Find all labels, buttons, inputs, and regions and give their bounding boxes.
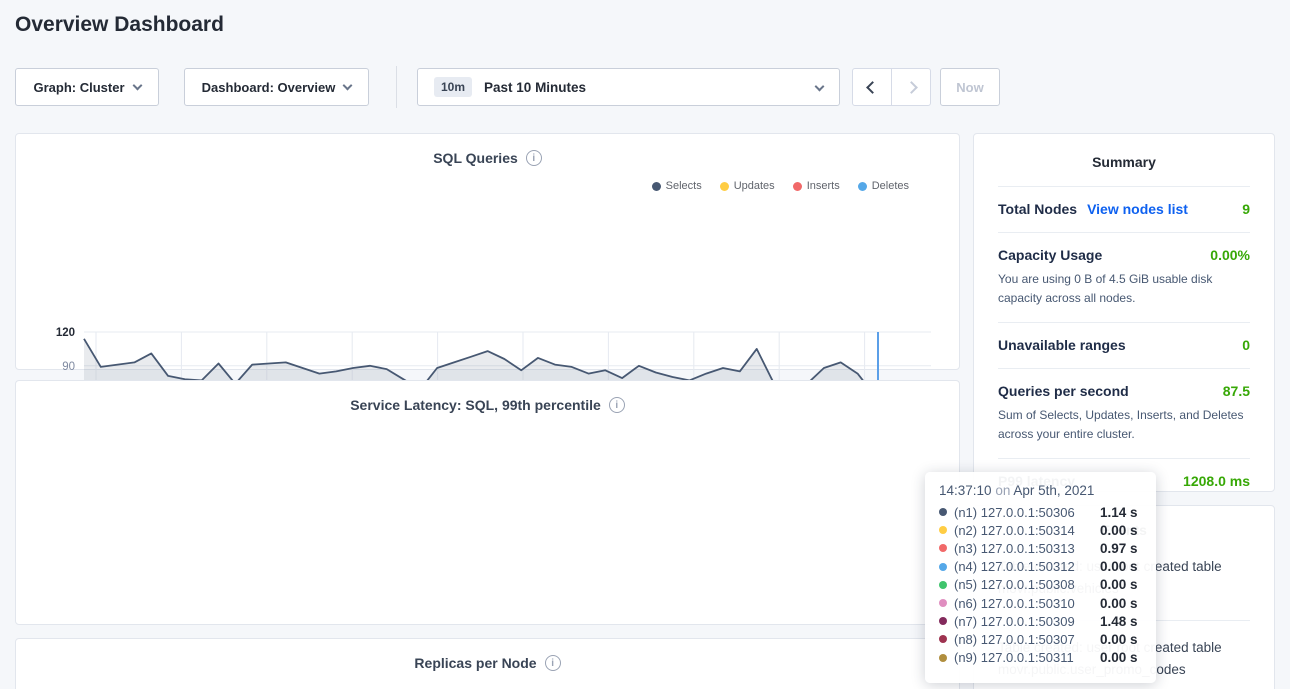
time-range-label: Past 10 Minutes [484, 80, 586, 95]
summary-row-qps: Queries per second 87.5 Sum of Selects, … [998, 368, 1250, 458]
capacity-usage-label: Capacity Usage [998, 247, 1102, 263]
graph-scope-label: Graph: Cluster [33, 80, 124, 95]
chevron-right-icon [905, 81, 918, 94]
sql-queries-legend: Selects Updates Inserts Deletes [652, 180, 909, 192]
node-color-dot [939, 617, 947, 625]
node-color-dot [939, 635, 947, 643]
legend-item-deletes[interactable]: Deletes [858, 180, 909, 192]
node-address: (n4) 127.0.0.1:50312 [954, 559, 1100, 574]
sql-queries-title: SQL Queries [433, 150, 518, 166]
chart-hover-tooltip: 14:37:10 on Apr 5th, 2021 (n1) 127.0.0.1… [925, 472, 1156, 683]
chevron-down-icon [132, 80, 142, 90]
capacity-usage-value: 0.00% [1210, 247, 1250, 263]
tooltip-timestamp: 14:37:10 on Apr 5th, 2021 [939, 483, 1142, 498]
info-icon[interactable]: i [609, 397, 625, 413]
time-back-button[interactable] [853, 69, 891, 105]
total-nodes-value: 9 [1242, 201, 1250, 217]
node-address: (n3) 127.0.0.1:50313 [954, 541, 1100, 556]
sql-queries-chart-card: SQL Queries i Selects Updates Inserts De… [15, 133, 960, 370]
tooltip-node-row: (n4) 127.0.0.1:50312 0.00 s [939, 558, 1142, 576]
info-icon[interactable]: i [545, 655, 561, 671]
chart-title-row: SQL Queries i [16, 150, 959, 166]
legend-item-inserts[interactable]: Inserts [793, 180, 840, 192]
tooltip-node-row: (n9) 127.0.0.1:50311 0.00 s [939, 649, 1142, 667]
node-color-dot [939, 544, 947, 552]
time-step-buttons [852, 68, 931, 106]
node-latency-value: 0.00 s [1100, 650, 1138, 665]
svg-text:90: 90 [62, 361, 75, 373]
page-title: Overview Dashboard [15, 13, 224, 37]
capacity-usage-desc: You are using 0 B of 4.5 GiB usable disk… [998, 270, 1250, 307]
summary-panel: Summary Total Nodes View nodes list 9 Ca… [973, 133, 1275, 492]
legend-item-selects[interactable]: Selects [652, 180, 702, 192]
qps-label: Queries per second [998, 383, 1129, 399]
tooltip-node-row: (n1) 127.0.0.1:50306 1.14 s [939, 503, 1142, 521]
legend-dot-icon [652, 182, 661, 191]
view-nodes-list-link[interactable]: View nodes list [1087, 201, 1188, 217]
chevron-left-icon [866, 81, 879, 94]
svg-text:120: 120 [56, 327, 75, 339]
node-color-dot [939, 654, 947, 662]
overview-dashboard-page: Overview Dashboard Graph: Cluster Dashbo… [0, 0, 1290, 689]
unavailable-ranges-label: Unavailable ranges [998, 337, 1126, 353]
time-forward-button[interactable] [891, 69, 930, 105]
node-latency-value: 1.14 s [1100, 505, 1138, 520]
tooltip-node-row: (n5) 127.0.0.1:50308 0.00 s [939, 576, 1142, 594]
p99-latency-value: 1208.0 ms [1183, 473, 1250, 489]
summary-row-unavailable-ranges: Unavailable ranges 0 [998, 322, 1250, 368]
node-latency-value: 0.00 s [1100, 632, 1138, 647]
node-address: (n5) 127.0.0.1:50308 [954, 577, 1100, 592]
qps-desc: Sum of Selects, Updates, Inserts, and De… [998, 406, 1250, 443]
node-color-dot [939, 563, 947, 571]
legend-item-updates[interactable]: Updates [720, 180, 775, 192]
tooltip-node-row: (n3) 127.0.0.1:50313 0.97 s [939, 539, 1142, 557]
node-latency-value: 0.00 s [1100, 577, 1138, 592]
legend-dot-icon [720, 182, 729, 191]
dashboard-label: Dashboard: Overview [202, 80, 336, 95]
node-address: (n6) 127.0.0.1:50310 [954, 596, 1100, 611]
node-latency-value: 0.97 s [1100, 541, 1138, 556]
service-latency-title: Service Latency: SQL, 99th percentile [350, 397, 601, 413]
node-color-dot [939, 508, 947, 516]
tooltip-node-row: (n2) 127.0.0.1:50314 0.00 s [939, 521, 1142, 539]
node-color-dot [939, 526, 947, 534]
node-latency-value: 1.48 s [1100, 614, 1138, 629]
time-range-badge: 10m [434, 77, 472, 97]
node-latency-value: 0.00 s [1100, 559, 1138, 574]
summary-row-total-nodes: Total Nodes View nodes list 9 [998, 186, 1250, 232]
tooltip-node-row: (n8) 127.0.0.1:50307 0.00 s [939, 630, 1142, 648]
tooltip-node-row: (n7) 127.0.0.1:50309 1.48 s [939, 612, 1142, 630]
legend-dot-icon [793, 182, 802, 191]
node-address: (n9) 127.0.0.1:50311 [954, 650, 1100, 665]
node-address: (n1) 127.0.0.1:50306 [954, 505, 1100, 520]
node-address: (n2) 127.0.0.1:50314 [954, 523, 1100, 538]
dashboard-dropdown[interactable]: Dashboard: Overview [184, 68, 369, 106]
unavailable-ranges-value: 0 [1242, 337, 1250, 353]
summary-row-capacity: Capacity Usage 0.00% You are using 0 B o… [998, 232, 1250, 322]
node-color-dot [939, 599, 947, 607]
chevron-down-icon [815, 82, 825, 92]
service-latency-chart-card: Service Latency: SQL, 99th percentile i … [15, 380, 960, 625]
now-button[interactable]: Now [940, 68, 1000, 106]
legend-dot-icon [858, 182, 867, 191]
time-range-dropdown[interactable]: 10m Past 10 Minutes [417, 68, 840, 106]
chart-title-row: Service Latency: SQL, 99th percentile i [16, 397, 959, 413]
tooltip-node-row: (n6) 127.0.0.1:50310 0.00 s [939, 594, 1142, 612]
node-color-dot [939, 581, 947, 589]
graph-scope-dropdown[interactable]: Graph: Cluster [15, 68, 159, 106]
total-nodes-label: Total Nodes [998, 201, 1077, 217]
tooltip-node-rows: (n1) 127.0.0.1:50306 1.14 s (n2) 127.0.0… [939, 503, 1142, 667]
chevron-down-icon [343, 80, 353, 90]
node-latency-value: 0.00 s [1100, 523, 1138, 538]
info-icon[interactable]: i [526, 150, 542, 166]
node-latency-value: 0.00 s [1100, 596, 1138, 611]
chart-title-row: Replicas per Node i [16, 655, 959, 671]
qps-value: 87.5 [1223, 383, 1250, 399]
node-address: (n8) 127.0.0.1:50307 [954, 632, 1100, 647]
summary-title: Summary [998, 154, 1250, 170]
node-address: (n7) 127.0.0.1:50309 [954, 614, 1100, 629]
replicas-per-node-chart-card: Replicas per Node i [15, 638, 960, 689]
controls-divider [396, 66, 397, 108]
replicas-per-node-title: Replicas per Node [414, 655, 536, 671]
